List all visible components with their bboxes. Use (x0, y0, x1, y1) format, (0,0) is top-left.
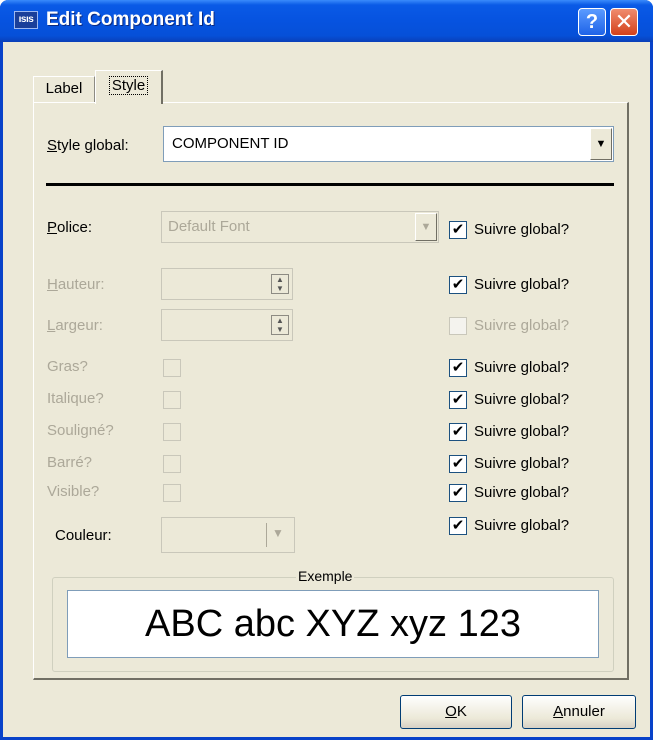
visible-label: Visible? (47, 483, 100, 500)
dialog-title: Edit Component Id (46, 9, 215, 30)
hauteur-spinner[interactable]: ▲ ▼ (161, 268, 293, 300)
style-global-value: COMPONENT ID (172, 135, 289, 152)
spinner-arrows-icon[interactable]: ▲ ▼ (271, 274, 289, 294)
italique-label: Italique? (47, 390, 104, 407)
style-global-label: Style global: (47, 137, 129, 154)
close-button[interactable]: ✕ (610, 8, 638, 36)
tab-style[interactable]: Style (95, 70, 163, 104)
largeur-spinner[interactable]: ▲ ▼ (161, 309, 293, 341)
chevron-down-icon[interactable]: ▼ (415, 213, 437, 241)
souligne-checkbox[interactable] (163, 423, 181, 441)
checkbox-icon: ✔ (449, 221, 467, 239)
largeur-label: Largeur: (47, 317, 103, 334)
tab-style-label: Style (108, 76, 149, 95)
help-button[interactable]: ? (578, 8, 606, 36)
police-label: Police: (47, 219, 93, 236)
italique-checkbox[interactable] (163, 391, 181, 409)
checkbox-icon: ✔ (449, 455, 467, 473)
separator-line (46, 183, 614, 186)
checkbox-icon: ✔ (449, 276, 467, 294)
gras-checkbox[interactable] (163, 359, 181, 377)
example-legend: Exemple (296, 568, 355, 584)
cancel-button[interactable]: Annuler (522, 695, 636, 729)
ok-button[interactable]: OK (400, 695, 512, 729)
police-value: Default Font (168, 218, 250, 235)
spinner-arrows-icon[interactable]: ▲ ▼ (271, 315, 289, 335)
checkbox-icon: ✔ (449, 359, 467, 377)
barre-checkbox[interactable] (163, 455, 181, 473)
title-bar[interactable]: ısıs Edit Component Id ? ✕ (0, 0, 653, 42)
example-preview: ABC abc XYZ xyz 123 (67, 590, 599, 658)
checkbox-icon: ✔ (449, 484, 467, 502)
chevron-down-icon[interactable]: ▼ (590, 128, 612, 160)
style-global-select[interactable]: COMPONENT ID ▼ (163, 126, 614, 162)
souligne-label: Souligné? (47, 422, 114, 439)
checkbox-icon (449, 317, 467, 335)
checkbox-icon: ✔ (449, 517, 467, 535)
tab-label[interactable]: Label (33, 76, 95, 102)
couleur-label: Couleur: (55, 527, 112, 544)
barre-label: Barré? (47, 454, 93, 471)
checkbox-icon: ✔ (449, 391, 467, 409)
gras-label: Gras? (47, 358, 88, 375)
hauteur-label: Hauteur: (47, 276, 105, 293)
police-select[interactable]: Default Font ▼ (161, 211, 439, 243)
checkbox-icon: ✔ (449, 423, 467, 441)
chevron-down-icon[interactable]: ▼ (272, 526, 284, 540)
isis-app-icon: ısıs (14, 11, 38, 29)
visible-checkbox[interactable] (163, 484, 181, 502)
couleur-select[interactable]: ▼ (161, 517, 295, 553)
